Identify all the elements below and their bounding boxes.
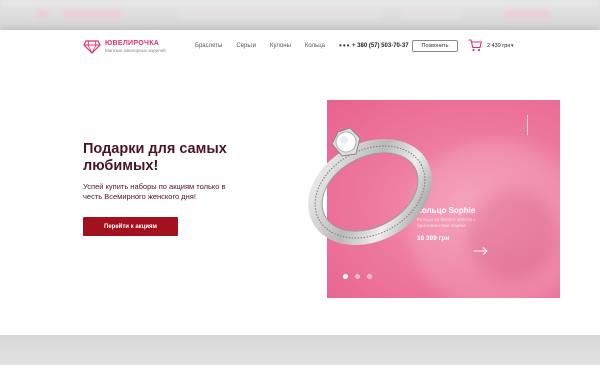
diamond-logo-icon [83,40,101,54]
nav-item-earrings[interactable]: Серьги [236,43,256,49]
hero-subtitle: Успей купить наборы по акциям только в ч… [83,182,226,201]
landing-page: ЮВЕЛИРОЧКА Магазин ювелирных изделий Бра… [0,30,600,335]
blurred-shape [62,10,122,18]
more-dots-icon[interactable]: ••• [339,42,350,50]
site-header: ЮВЕЛИРОЧКА Магазин ювелирных изделий Бра… [0,30,600,64]
decorative-line [527,115,528,135]
blurred-shape [505,10,550,18]
promotions-button[interactable]: Перейти к акциям [83,217,178,236]
phone-number[interactable]: + 380 (57) 503-70-37 [352,43,409,49]
blurred-shape [35,10,49,18]
cart-icon[interactable] [468,39,482,52]
blurred-shape [400,10,460,18]
cart-total[interactable]: 2 439 грн [487,43,510,49]
slider-dot-3[interactable] [367,274,372,279]
hand-photo-backdrop [467,190,557,280]
logo-name: ЮВЕЛИРОЧКА [105,40,160,47]
nav-item-bracelets[interactable]: Браслеты [195,43,222,49]
blurred-top-backdrop [0,0,600,30]
blurred-bottom-backdrop [0,335,600,365]
blurred-shape [180,10,380,18]
hero-title: Подарки для самых любимых! [83,141,227,174]
logo-tagline: Магазин ювелирных изделий [105,48,166,53]
slider-dots [343,274,379,279]
main-nav: Браслеты Серьги Кулоны Кольца ••• [195,42,350,50]
chevron-down-icon[interactable]: ▾ [511,43,514,49]
logo[interactable]: ЮВЕЛИРОЧКА Магазин ювелирных изделий [83,40,166,54]
nav-item-pendants[interactable]: Кулоны [270,43,291,49]
arrow-right-icon[interactable] [474,247,488,255]
nav-item-rings[interactable]: Кольца [305,43,325,49]
ring-image [308,127,432,246]
call-button[interactable]: Позвонить [412,40,458,52]
slider-dot-2[interactable] [355,274,360,279]
slider-dot-1[interactable] [343,274,348,279]
